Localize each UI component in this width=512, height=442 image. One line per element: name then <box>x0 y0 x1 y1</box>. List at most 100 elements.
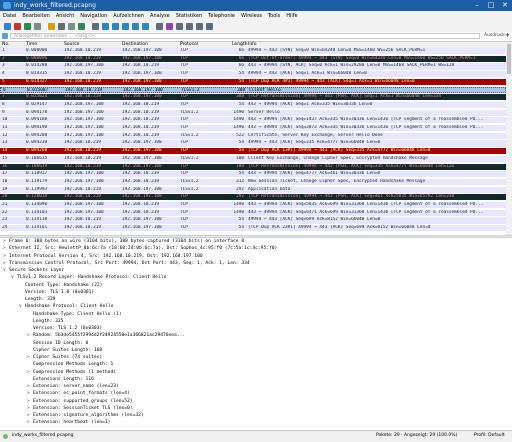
detail-text: Compression Methods (1 method) <box>33 369 116 375</box>
packet-cell-proto: TCP <box>180 48 188 53</box>
packet-cell-src: 192.168.197.100 <box>64 132 104 138</box>
packet-cell-time: 0.015007 <box>27 87 49 93</box>
stop-icon[interactable] <box>14 23 21 30</box>
packet-cell-info: 49994 → 443 [ACK] Seq=1 Ack=1 Win=66048 … <box>248 71 367 77</box>
save-icon[interactable] <box>58 23 65 30</box>
packet-row[interactable]: 3 0.014288 192.168.197.100 192.168.10.219 TC… <box>0 63 506 70</box>
status-file-name: indy_works_filtered.pcapng <box>12 433 74 438</box>
autoscroll-icon[interactable] <box>156 23 163 30</box>
packet-cell-dst: 192.168.10.219 <box>122 171 160 177</box>
packet-row[interactable]: 18 0.119179 192.168.197.100 192.168.10.219 T… <box>0 178 506 186</box>
close-file-icon[interactable] <box>68 23 75 30</box>
packet-row[interactable]: 21 0.134090 192.168.197.100 192.168.10.219 T… <box>0 202 506 209</box>
open-icon[interactable] <box>48 23 55 30</box>
packet-cell-time: 0.106639 <box>26 163 48 169</box>
packet-row[interactable]: 7 0.015024 192.168.10.219 192.168.197.100 TC… <box>0 94 506 101</box>
menu-item[interactable]: Telephonie <box>205 11 238 21</box>
packet-row[interactable]: 12 0.094208 192.168.197.100 192.168.10.219 T… <box>0 132 506 139</box>
resize-columns-icon[interactable] <box>206 23 213 30</box>
packet-cell-src: 192.168.197.100 <box>64 209 104 215</box>
forward-icon[interactable] <box>112 23 119 30</box>
go-to-icon[interactable] <box>122 23 129 30</box>
back-icon[interactable] <box>102 23 109 30</box>
packet-row[interactable]: 1 0.000000 192.168.10.219 192.168.197.100 TC… <box>0 48 506 55</box>
packet-row[interactable]: 22 0.134103 192.168.197.100 192.168.10.219 T… <box>0 209 506 216</box>
packet-row[interactable]: 6 0.015007 192.168.10.219 192.168.197.100 TL… <box>0 86 506 93</box>
packet-row[interactable]: 5 0.014327 192.168.10.219 192.168.197.100 TC… <box>0 78 506 85</box>
restart-icon[interactable] <box>24 23 31 30</box>
packet-cell-info: Client Hello <box>249 87 281 93</box>
display-filter-input[interactable]: Anzeigefilter anwenden ... <Strg-/> <box>10 33 480 39</box>
packet-row[interactable]: 11 0.094198 192.168.197.100 192.168.10.219 T… <box>0 125 506 132</box>
packet-row[interactable]: 9 0.094178 192.168.197.100 192.168.10.219 TL… <box>0 109 506 116</box>
minimize-icon[interactable]: – <box>470 0 484 11</box>
packet-cell-no: 2 <box>2 55 5 61</box>
packet-cell-dst: 192.168.197.100 <box>122 163 162 169</box>
last-icon[interactable] <box>142 23 149 30</box>
detail-text: Content Type: Handshake (22) <box>25 282 103 288</box>
packet-cell-src: 192.168.197.100 <box>64 202 104 207</box>
packet-row[interactable]: 10 0.094188 192.168.197.100 192.168.10.219 T… <box>0 117 506 124</box>
packet-cell-dst: 192.168.10.219 <box>122 117 160 123</box>
detail-text: Length: 329 <box>25 297 56 302</box>
packet-list[interactable]: 1 0.000000 192.168.10.219 192.168.197.100 TC… <box>0 48 506 235</box>
detail-text: TLSv1.2 Record Layer: Handshake Protocol… <box>17 275 167 281</box>
add-filter-button[interactable]: + <box>505 32 510 39</box>
menu-item[interactable]: Ansicht <box>53 11 77 21</box>
menu-item[interactable]: Datei <box>0 11 19 21</box>
packet-cell-dst: 192.168.197.100 <box>122 78 162 84</box>
menu-item[interactable]: Navigation <box>77 11 110 21</box>
packet-cell-time: 0.094238 <box>26 140 48 146</box>
menu-item[interactable]: Aufzeichnen <box>110 11 147 21</box>
packet-cell-dst: 192.168.197.100 <box>122 94 162 100</box>
shark-fin-icon[interactable] <box>4 23 11 30</box>
packet-cell-no: 7 <box>2 94 5 100</box>
menu-item[interactable]: Bearbeiten <box>19 11 52 21</box>
packet-row[interactable]: 20 0.120018 192.168.10.219 192.168.197.100 T… <box>0 194 506 201</box>
packet-list-scrollbar[interactable] <box>506 42 512 235</box>
status-profile[interactable]: Profil: Default <box>474 431 505 441</box>
close-icon[interactable]: ✕ <box>498 0 512 11</box>
options-icon[interactable] <box>34 23 41 30</box>
menu-item[interactable]: Analyse <box>147 11 173 21</box>
scrollbar-thumb[interactable] <box>507 44 511 74</box>
maximize-icon[interactable]: □ <box>484 0 498 11</box>
packet-row[interactable]: 17 0.118917 192.168.197.100 192.168.10.219 T… <box>0 171 506 178</box>
packet-cell-dst: 192.168.197.100 <box>122 148 162 154</box>
packet-cell-time: 0.094208 <box>26 132 48 138</box>
packet-cell-info: 49994 → 443 [SYN] Seq=0 Win=64240 Len=0 … <box>248 48 426 53</box>
packet-row[interactable]: 23 0.134118 192.168.10.219 192.168.197.100 T… <box>0 217 506 224</box>
packet-cell-info: [TCP Out-Of-Order] 49994 → 443 [SYN] Seq… <box>248 55 476 61</box>
packet-cell-info: 443 → 49994 [ACK] Seq=5035 Ack=699 Win=3… <box>248 202 484 207</box>
detail-text: Handshake Type: Client Hello (1) <box>33 311 122 317</box>
packet-cell-proto: TCP <box>180 140 188 146</box>
packet-cell-len: 388 <box>237 87 245 93</box>
detail-row[interactable]: > Extension: heartbeat (len=1) <box>27 419 110 427</box>
filter-bookmark-icon[interactable] <box>2 33 8 39</box>
packet-cell-len: 66 <box>238 63 244 69</box>
packet-row[interactable]: 14 0.094260 192.168.10.219 192.168.197.100 T… <box>0 148 506 155</box>
colorize-icon[interactable] <box>166 23 173 30</box>
zoom-out-icon[interactable] <box>186 23 193 30</box>
packet-cell-time: 0.094178 <box>26 109 48 115</box>
packet-row[interactable]: 4 0.014315 192.168.10.219 192.168.197.100 TC… <box>0 71 506 78</box>
expert-info-icon[interactable] <box>3 434 8 439</box>
packet-row[interactable]: 13 0.094238 192.168.10.219 192.168.197.100 T… <box>0 140 506 147</box>
menu-item[interactable]: Wireless <box>238 11 265 21</box>
zoom-in-icon[interactable] <box>176 23 183 30</box>
packet-row[interactable]: 15 0.106615 192.168.10.219 192.168.197.100 T… <box>0 155 506 162</box>
packet-row[interactable]: 2 0.000096 192.168.10.219 192.168.197.100 TC… <box>0 55 506 62</box>
packet-row[interactable]: 19 0.119993 192.168.10.219 192.168.197.100 T… <box>0 186 506 193</box>
reload-icon[interactable] <box>78 23 85 30</box>
menu-item[interactable]: Tools <box>265 11 283 21</box>
menu-item[interactable]: Hilfe <box>283 11 300 21</box>
menu-item[interactable]: Statistiken <box>173 11 205 21</box>
packet-row[interactable]: 8 0.029147 192.168.197.100 192.168.10.219 TC… <box>0 101 506 109</box>
first-icon[interactable] <box>132 23 139 30</box>
find-icon[interactable] <box>92 23 99 30</box>
packet-cell-info: 49994 → 443 [ACK] Seq=699 Ack=8152 Win=6… <box>248 217 381 223</box>
packet-row[interactable]: 16 0.106639 192.168.10.219 192.168.197.100 T… <box>0 163 506 170</box>
zoom-reset-icon[interactable] <box>196 23 203 30</box>
packet-row[interactable]: 24 0.134161 192.168.10.219 192.168.197.100 T… <box>0 225 506 232</box>
packet-details-tree[interactable]: > Frame 6: 388 bytes on wire (3104 bits),… <box>0 238 512 428</box>
